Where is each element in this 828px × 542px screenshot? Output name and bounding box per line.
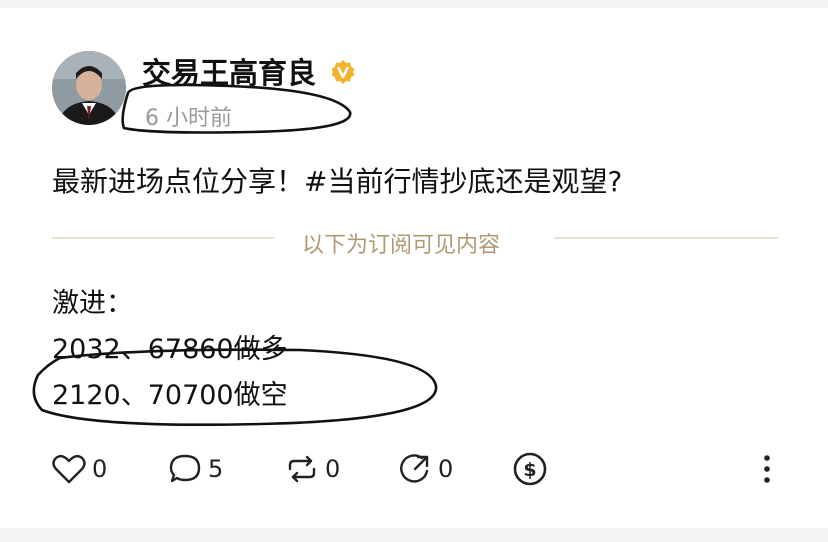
repost-icon — [288, 455, 316, 483]
verified-badge-icon — [331, 60, 355, 84]
more-vertical-icon — [764, 455, 770, 483]
content-line-short: 2120、70700做空 — [52, 380, 288, 411]
content-line-long: 2032、67860做多 — [52, 334, 288, 365]
share-arrow-icon — [400, 454, 429, 483]
svg-text:$: $ — [523, 459, 536, 481]
author-name[interactable]: 交易王高育良 — [142, 50, 316, 92]
tip-button[interactable]: $ — [512, 452, 548, 486]
post-timestamp: 6 小时前 — [145, 106, 232, 131]
like-count: 0 — [92, 455, 108, 483]
like-button[interactable]: 0 — [52, 453, 107, 485]
comment-bubble-icon — [169, 454, 201, 483]
repost-button[interactable]: 0 — [285, 453, 340, 485]
repost-count: 0 — [325, 455, 341, 483]
comment-count: 5 — [208, 455, 224, 483]
divider-line-right — [554, 237, 778, 239]
share-button[interactable]: 0 — [398, 453, 453, 485]
post-card: 交易王高育良 6 小时前 最新进场点位分享！#当前行情抄底还是观望? 以下为订阅… — [0, 8, 828, 528]
comment-button[interactable]: 5 — [168, 453, 223, 485]
content-line-aggressive: 激进： — [52, 288, 133, 319]
share-count: 0 — [438, 455, 454, 483]
heart-icon — [52, 454, 86, 484]
more-options-button[interactable] — [758, 453, 776, 485]
divider-line-left — [52, 237, 274, 239]
avatar[interactable] — [52, 51, 126, 125]
subscriber-content-divider: 以下为订阅可见内容 — [302, 233, 501, 258]
post-text: 最新进场点位分享！#当前行情抄底还是观望? — [52, 165, 623, 198]
dollar-coin-icon: $ — [513, 452, 547, 486]
